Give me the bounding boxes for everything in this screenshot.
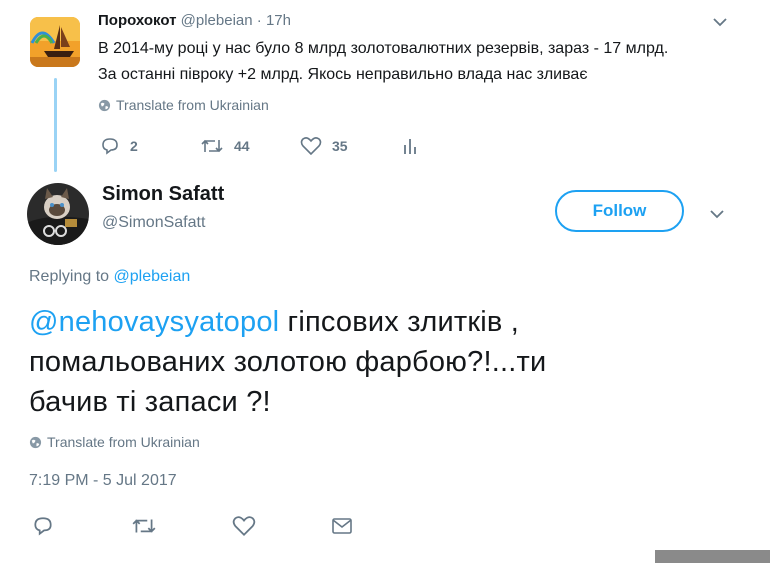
tweet-text-line1-rest: гіпсових злитків , [279,306,520,338]
parent-separator: · [256,12,262,29]
translate-link[interactable]: Translate from Ukrainian [29,434,200,450]
like-button[interactable] [232,515,256,542]
analytics-icon[interactable] [402,136,418,161]
globe-icon [29,436,42,448]
globe-icon [98,99,111,111]
replying-to: Replying to @plebeian [29,268,190,286]
replying-handle-link[interactable]: @plebeian [114,268,191,285]
chevron-down-icon[interactable] [712,14,728,35]
parent-translate-link[interactable]: Translate from Ukrainian [98,97,269,113]
retweet-icon [201,139,223,153]
follow-button[interactable]: Follow [555,190,684,232]
retweet-button[interactable] [131,515,157,542]
like-icon [232,516,256,536]
parent-translate-label[interactable]: Translate from Ukrainian [116,97,269,113]
message-icon [332,518,352,534]
author-avatar[interactable] [27,183,89,245]
parent-handle[interactable]: @plebeian [181,12,253,29]
parent-display-name[interactable]: Порохокот [98,12,176,29]
reply-icon [34,517,52,536]
thread-connector [54,78,57,172]
mention-link[interactable]: @nehovaysyatopol [29,306,279,338]
parent-author[interactable]: Порохокот @plebeian · 17h [98,12,291,29]
chevron-down-icon[interactable] [709,206,725,227]
bottom-edge-bar [655,550,770,563]
tweet-text-line2: помальованих золотою фарбою?!...ти [29,346,547,378]
tweet-text: @nehovaysyatopol гіпсових злитків , пома… [29,302,729,422]
translate-label[interactable]: Translate from Ukrainian [47,434,200,450]
retweet-icon [132,519,156,533]
parent-text-line1: В 2014-му році у нас було 8 млрд золотов… [98,40,669,57]
parent-reply-button[interactable]: 2 [100,136,138,156]
parent-retweet-button[interactable]: 44 [200,136,250,156]
parent-time[interactable]: 17h [266,12,291,29]
parent-like-count: 35 [332,138,348,154]
tweet-timestamp[interactable]: 7:19 PM - 5 Jul 2017 [29,472,177,490]
reply-button[interactable] [32,515,54,542]
direct-message-button[interactable] [331,516,353,541]
parent-like-button[interactable]: 35 [300,136,348,156]
replying-prefix: Replying to [29,268,110,285]
parent-retweet-count: 44 [234,138,250,154]
parent-text-line2: За останні півроку +2 млрд. Якось неправ… [98,66,588,83]
author-display-name[interactable]: Simon Safatt [102,183,224,206]
reply-icon [102,138,118,155]
like-icon [300,137,322,156]
tweet-text-line3: бачив ті запаси ?! [29,386,271,418]
parent-tweet-text: В 2014-му році у нас було 8 млрд золотов… [98,36,738,88]
author-handle[interactable]: @SimonSafatt [102,214,205,232]
parent-reply-count: 2 [130,138,138,154]
parent-avatar[interactable] [30,17,80,67]
